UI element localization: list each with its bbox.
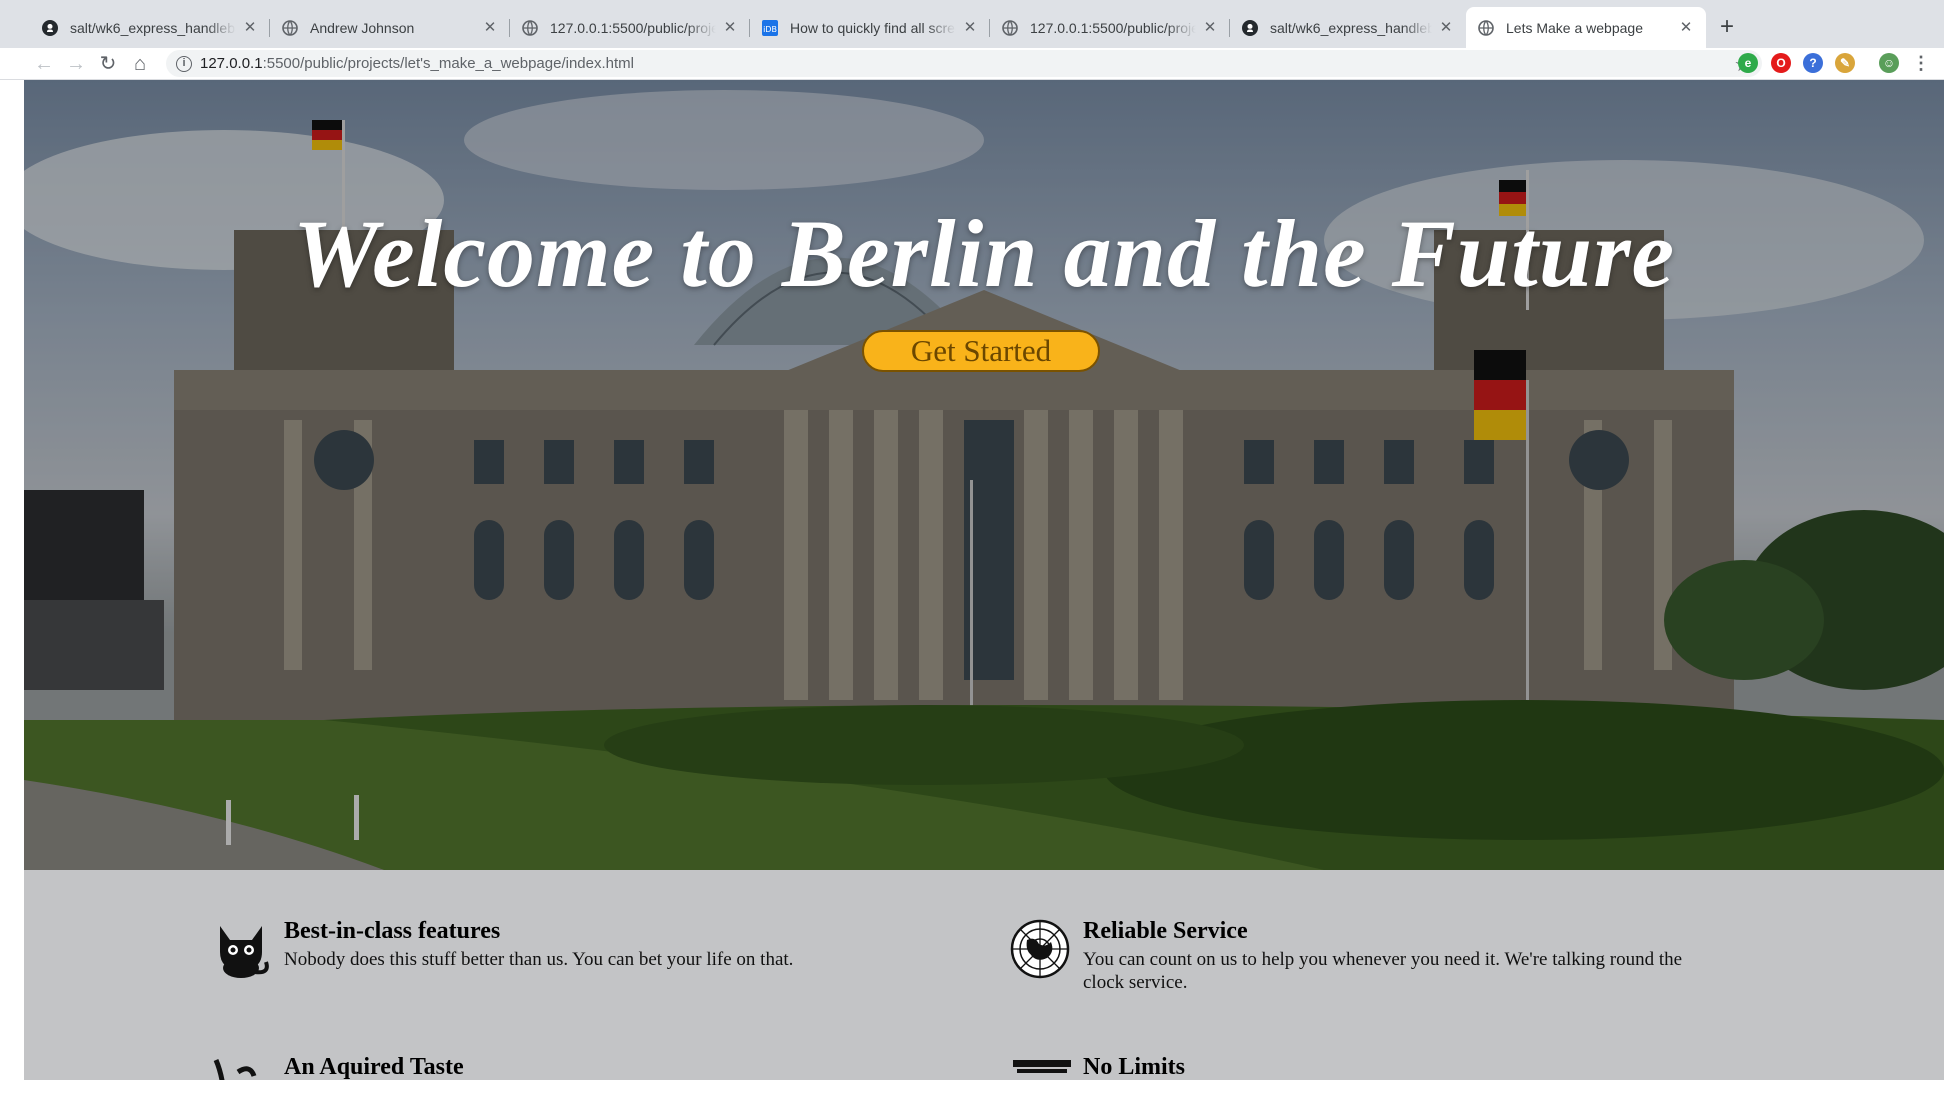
hero-section: Welcome to Berlin and the Future Get Sta… <box>24 80 1944 870</box>
get-started-button[interactable]: Get Started <box>862 330 1100 372</box>
menu-kebab-icon[interactable]: ⋮ <box>1911 53 1931 73</box>
extension-icon[interactable]: ? <box>1803 53 1823 73</box>
tab[interactable]: Andrew Johnson ✕ <box>270 7 510 48</box>
tab-title: salt/wk6_express_handlebars at <box>1270 19 1432 36</box>
tab[interactable]: iDB How to quickly find all screenshots … <box>750 7 990 48</box>
tab-title: How to quickly find all screenshots <box>790 19 956 36</box>
close-icon[interactable]: ✕ <box>722 19 738 36</box>
close-icon[interactable]: ✕ <box>962 19 978 36</box>
feature-icon <box>1013 1060 1071 1073</box>
left-gutter <box>0 80 24 1108</box>
globe-emblem-icon <box>1010 919 1070 979</box>
github-icon <box>1242 19 1258 36</box>
window-bottom-edge <box>0 1080 1944 1108</box>
feature-title: Best-in-class features <box>284 918 501 944</box>
feature-title: No Limits <box>1083 1054 1185 1080</box>
feature-icon <box>213 1059 257 1080</box>
globe-icon <box>1002 19 1018 36</box>
reload-icon[interactable]: ↻ <box>96 52 120 76</box>
forward-icon[interactable]: → <box>64 52 88 76</box>
profile-avatar[interactable]: ☺ <box>1879 53 1899 73</box>
globe-icon <box>1478 19 1494 36</box>
info-icon[interactable]: i <box>176 55 192 72</box>
close-icon[interactable]: ✕ <box>1202 19 1218 36</box>
idb-icon: iDB <box>762 19 778 36</box>
close-icon[interactable]: ✕ <box>1438 19 1454 36</box>
tab[interactable]: salt/wk6_express_handlebars at ✕ <box>30 7 270 48</box>
tab-strip: salt/wk6_express_handlebars at ✕ Andrew … <box>0 0 1944 48</box>
address-host: 127.0.0.1 <box>200 55 263 72</box>
home-icon[interactable]: ⌂ <box>128 52 152 76</box>
address-path: :5500/public/projects/let's_make_a_webpa… <box>262 55 634 72</box>
close-icon[interactable]: ✕ <box>482 19 498 36</box>
opera-extension-icon[interactable]: O <box>1771 53 1791 73</box>
tab-title: 127.0.0.1:5500/public/projects/ <box>550 19 716 36</box>
feature-title: Reliable Service <box>1083 918 1248 944</box>
browser-toolbar: ← → ↻ ⌂ i 127.0.0.1 :5500/public/project… <box>0 48 1944 80</box>
feature-title: An Aquired Taste <box>284 1054 464 1080</box>
tab-title: Lets Make a webpage <box>1506 19 1643 36</box>
globe-icon <box>522 19 538 36</box>
features-section: Best-in-class features Nobody does this … <box>24 870 1944 1080</box>
tab[interactable]: salt/wk6_express_handlebars at ✕ <box>1230 7 1466 48</box>
page-viewport: Welcome to Berlin and the Future Get Sta… <box>24 80 1944 1080</box>
tab-title: 127.0.0.1:5500/public/projects/ <box>1030 19 1196 36</box>
close-icon[interactable]: ✕ <box>242 19 258 36</box>
cat-icon <box>220 926 269 978</box>
extension-icon[interactable]: ✎ <box>1835 53 1855 73</box>
github-icon <box>42 19 58 36</box>
globe-icon <box>282 19 298 36</box>
svg-text:iDB: iDB <box>763 25 777 34</box>
tab[interactable]: 127.0.0.1:5500/public/projects/ ✕ <box>510 7 750 48</box>
tab[interactable]: 127.0.0.1:5500/public/projects/ ✕ <box>990 7 1230 48</box>
close-icon[interactable]: ✕ <box>1678 19 1694 36</box>
feature-text: Nobody does this stuff better than us. Y… <box>284 949 794 970</box>
evernote-extension-icon[interactable]: e <box>1738 53 1758 73</box>
tab-title: salt/wk6_express_handlebars at <box>70 19 236 36</box>
address-bar[interactable]: i 127.0.0.1 :5500/public/projects/let's_… <box>166 50 1762 77</box>
hero-title: Welcome to Berlin and the Future <box>292 200 1676 307</box>
new-tab-button[interactable]: + <box>1713 13 1741 41</box>
tab-active[interactable]: Lets Make a webpage ✕ <box>1466 7 1706 48</box>
feature-text: You can count on us to help you whenever… <box>1083 949 1683 993</box>
back-icon[interactable]: ← <box>32 52 56 76</box>
tab-title: Andrew Johnson <box>310 19 415 36</box>
